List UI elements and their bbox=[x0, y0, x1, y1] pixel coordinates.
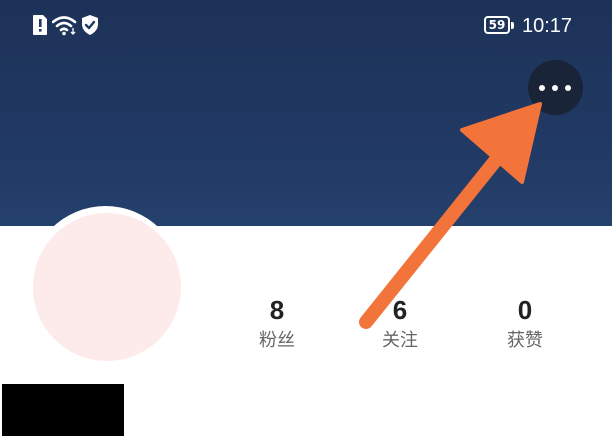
pointer-arrow-icon bbox=[359, 102, 542, 329]
